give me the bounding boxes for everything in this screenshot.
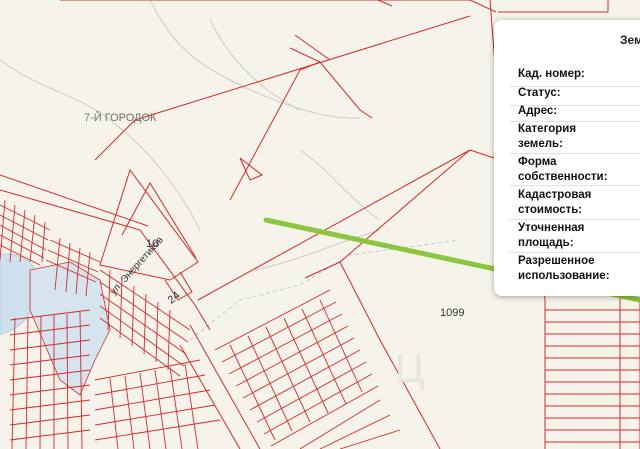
place-label: 7-Й ГОРОДОК bbox=[84, 112, 157, 124]
field-address: Адрес: bbox=[518, 105, 558, 117]
pond bbox=[29, 261, 111, 396]
field-status: Статус: bbox=[518, 87, 561, 99]
field-cadastral-number: Кад. номер: bbox=[518, 68, 585, 80]
parcel-info-panel: Зем Кад. номер: Статус: Адрес: Категория… bbox=[494, 20, 640, 296]
field-specified-area: Уточненная площадь: bbox=[518, 222, 585, 249]
watermark: Ц bbox=[395, 347, 425, 391]
field-land-category: Категория земель: bbox=[518, 123, 577, 150]
field-permitted-use: Разрешенное использование: bbox=[518, 255, 610, 282]
panel-title: Зем bbox=[620, 33, 640, 47]
field-cadastral-value: Кадастровая стоимость: bbox=[518, 189, 592, 216]
parcel-label-1099: 1099 bbox=[440, 307, 465, 319]
field-ownership-form: Форма собственности: bbox=[518, 156, 608, 183]
